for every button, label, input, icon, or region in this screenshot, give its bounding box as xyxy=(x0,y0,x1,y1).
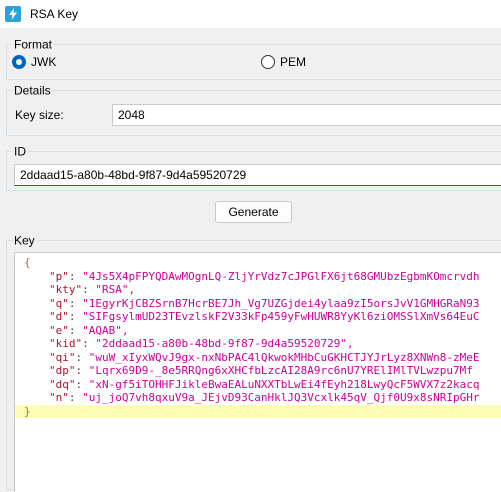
generate-button[interactable]: Generate xyxy=(215,201,292,223)
code-line: "kid": "2ddaad15-a80b-48bd-9f87-9d4a5952… xyxy=(49,337,354,350)
id-group-label: ID xyxy=(13,144,28,159)
pem-radio-label: PEM xyxy=(280,55,307,69)
code-line-current: } xyxy=(15,404,501,418)
code-line: "d": "SIFgsylmUD23TEvzlskF2V33kFp459yFwH… xyxy=(49,310,480,323)
json-key: "dq" xyxy=(49,377,76,391)
format-group: Format JWK PEM xyxy=(6,37,501,80)
code-line: "kty": "RSA", xyxy=(49,283,136,296)
code-line: "p": "4Js5X4pFPYQDAwMOgnLQ-ZljYrVdz7cJPG… xyxy=(49,269,480,283)
window-title: RSA Key xyxy=(30,7,79,21)
key-editor[interactable]: { "p": "4Js5X4pFPYQDAwMOgnLQ-ZljYrVdz7cJ… xyxy=(14,252,501,492)
code-line: "q": "1EgyrKjCBZSrnB7HcrBE7Jh_Vg7UZGjdei… xyxy=(49,296,480,310)
json-value: "RSA", xyxy=(95,283,136,296)
json-value: "wuW_xIyxWQvJ9gx-nxNbPAC4lQkwokMHbCuGKHC… xyxy=(88,350,480,364)
json-key: "d" xyxy=(49,310,69,323)
code-line: "n": "uj_joQ7vh8qxuV9a_JEjvD93CanHklJQ3V… xyxy=(49,391,480,404)
json-value: "1EgyrKjCBZSrnB7HcrBE7Jh_Vg7UZGjdei4ylaa… xyxy=(82,296,480,310)
json-key: "e" xyxy=(49,323,69,337)
json-value: "Lqrx69D9-_8e5RRQng6xXHCfbLzcAI28A9rc6nU… xyxy=(88,364,473,377)
id-group: ID 2ddaad15-a80b-48bd-9f87-9d4a59520729 xyxy=(6,144,501,191)
code-line: "dp": "Lqrx69D9-_8e5RRQng6xXHCfbLzcAI28A… xyxy=(49,364,473,377)
key-group: Key { "p": "4Js5X4pFPYQDAwMOgnLQ-ZljYrVd… xyxy=(6,233,501,492)
pem-radio[interactable]: PEM xyxy=(261,55,306,69)
json-value: "AQAB", xyxy=(82,323,129,337)
jwk-radio-label: JWK xyxy=(31,55,57,69)
json-key: "qi" xyxy=(49,350,76,364)
key-group-label: Key xyxy=(13,233,37,248)
key-size-value: 2048 xyxy=(118,108,145,122)
details-group-label: Details xyxy=(13,83,53,98)
key-size-select[interactable]: 2048 xyxy=(112,104,501,126)
code-line: { xyxy=(15,256,501,270)
title-bar: RSA Key xyxy=(0,0,501,28)
id-field-value: 2ddaad15-a80b-48bd-9f87-9d4a59520729 xyxy=(20,168,247,182)
radio-checked-icon xyxy=(12,55,26,69)
format-group-label: Format xyxy=(13,37,55,52)
id-field[interactable]: 2ddaad15-a80b-48bd-9f87-9d4a59520729 xyxy=(14,164,501,186)
json-value: "SIFgsylmUD23TEvzlskF2V33kFp459yFwHUWR8Y… xyxy=(82,310,480,323)
key-size-label: Key size: xyxy=(15,108,64,122)
json-value: "uj_joQ7vh8qxuV9a_JEjvD93CanHklJQ3Vcxlk4… xyxy=(82,391,480,404)
json-value: "2ddaad15-a80b-48bd-9f87-9d4a59520729", xyxy=(95,337,354,350)
json-key: "kty" xyxy=(49,283,83,296)
json-key: "n" xyxy=(49,391,69,404)
json-key: "q" xyxy=(49,296,69,310)
jwk-radio[interactable]: JWK xyxy=(12,55,56,69)
json-value: "4Js5X4pFPYQDAwMOgnLQ-ZljYrVdz7cJPGlFX6j… xyxy=(82,269,480,283)
open-brace: { xyxy=(24,256,31,269)
code-line: "qi": "wuW_xIyxWQvJ9gx-nxNbPAC4lQkwokMHb… xyxy=(49,350,480,364)
json-key: "p" xyxy=(49,269,69,283)
code-line: "dq": "xN-gf5iTOHHFJiklеBwaEALuNXXTbLwEi… xyxy=(49,377,480,391)
json-key: "kid" xyxy=(49,337,83,350)
lightning-icon xyxy=(5,6,21,22)
code-line: "e": "AQAB", xyxy=(49,323,129,337)
json-key: "dp" xyxy=(49,364,76,377)
radio-unchecked-icon xyxy=(261,55,275,69)
close-brace: } xyxy=(24,404,31,418)
details-group: Details Key size: 2048 xyxy=(6,83,501,136)
json-value: "xN-gf5iTOHHFJiklеBwaEALuNXXTbLwEi4fEyh2… xyxy=(88,377,480,391)
